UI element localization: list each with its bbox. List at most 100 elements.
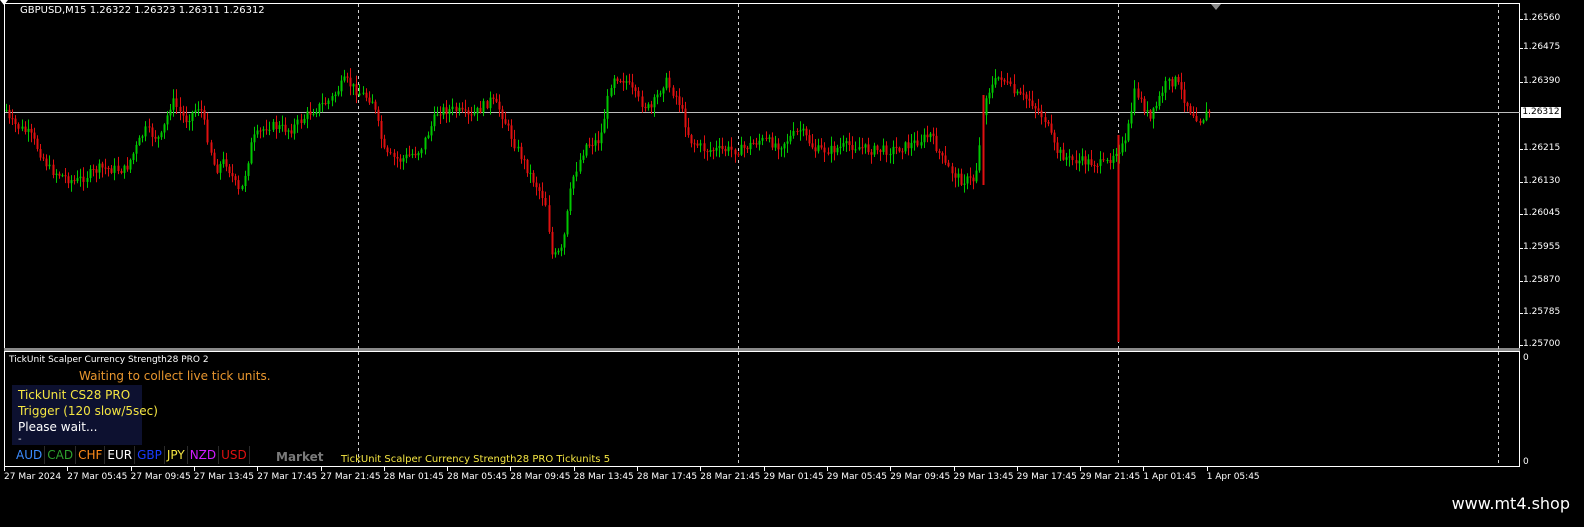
candle-body [600, 132, 603, 144]
currency-button-nzd[interactable]: NZD [188, 446, 220, 464]
candle-body [1155, 105, 1158, 109]
candle-body [823, 147, 826, 153]
candle-body [1087, 159, 1090, 165]
currency-button-gbp[interactable]: GBP [135, 446, 165, 464]
candle-body [554, 252, 557, 255]
candle-body [259, 130, 262, 132]
candle-body [293, 124, 296, 134]
market-button[interactable]: Market [276, 450, 324, 464]
candle-body [774, 143, 777, 148]
candle-body [1044, 117, 1047, 122]
candle-body [532, 172, 535, 183]
currency-button-eur[interactable]: EUR [105, 446, 136, 464]
time-axis-label: 27 Mar 2024 [4, 472, 62, 482]
candle-body [1180, 82, 1183, 90]
candle-body [675, 95, 678, 97]
candle-body [265, 129, 268, 131]
candle-body [262, 129, 265, 131]
candle-body [935, 135, 938, 151]
info-dash: - [18, 434, 22, 445]
candle-body [777, 143, 780, 150]
time-axis-label: 27 Mar 09:45 [130, 472, 191, 482]
candle-body [104, 167, 107, 169]
candle-body [517, 146, 520, 149]
candle-body [743, 144, 746, 148]
candle-body [988, 92, 991, 99]
candle-body [978, 145, 981, 171]
currency-button-chf[interactable]: CHF [76, 446, 106, 464]
candle-body [1068, 156, 1071, 158]
candle-body [352, 84, 355, 87]
candle-body [659, 93, 662, 95]
candle-body [572, 176, 575, 189]
candle-body [941, 152, 944, 156]
candle-body [944, 155, 947, 163]
candle-body [55, 173, 58, 175]
chart-window[interactable]: GBPUSD,M15 1.26322 1.26323 1.26311 1.263… [0, 0, 1584, 492]
candle-body [268, 129, 271, 131]
candle-body [405, 154, 408, 159]
candle-body [1168, 79, 1171, 81]
candle-body [393, 152, 396, 157]
candle-body [1000, 77, 1003, 80]
time-axis-label: 27 Mar 05:45 [67, 472, 128, 482]
candle-body [340, 80, 343, 92]
candle-body [458, 107, 461, 112]
candle-body [420, 149, 423, 154]
candle-body [569, 188, 572, 211]
candle-body [321, 103, 324, 105]
candle-body [219, 164, 222, 173]
candle-body [861, 147, 864, 149]
candle-body [597, 140, 600, 144]
price-chart-canvas[interactable] [0, 0, 1584, 492]
candlesticks [5, 68, 1211, 342]
candle-body [1022, 93, 1025, 95]
candle-body [48, 164, 51, 167]
indicator-scale-bottom: 0 [1523, 457, 1529, 467]
candle-body [1081, 156, 1084, 161]
candle-body [535, 182, 538, 188]
time-axis-label: 28 Mar 17:45 [637, 472, 698, 482]
candle-body [371, 101, 374, 103]
time-axis-label: 28 Mar 09:45 [510, 472, 571, 482]
candle-body [1115, 153, 1118, 156]
currency-button-usd[interactable]: USD [219, 446, 250, 464]
candle-body [662, 88, 665, 94]
candle-body [916, 140, 919, 146]
candle-body [802, 128, 805, 131]
candle-body [42, 157, 45, 159]
candle-body [175, 98, 178, 107]
candle-body [975, 170, 978, 182]
candle-body [470, 114, 473, 116]
candle-body [1003, 79, 1006, 82]
candle-body [761, 137, 764, 141]
candle-body [107, 168, 110, 169]
candle-body [1199, 121, 1202, 123]
candle-body [718, 146, 721, 148]
candle-body [281, 124, 284, 126]
currency-button-jpy[interactable]: JPY [165, 446, 188, 464]
candle-body [1099, 159, 1102, 166]
candle-body [1025, 94, 1028, 99]
candle-body [250, 142, 253, 164]
candle-body [166, 115, 169, 125]
candle-body [1140, 97, 1143, 99]
candle-body [606, 95, 609, 119]
candle-body [901, 151, 904, 153]
candle-body [237, 180, 240, 189]
candle-body [727, 146, 730, 152]
candle-body [144, 126, 147, 137]
price-axis-label: 1.25700 [1523, 339, 1561, 349]
candle-body [1065, 157, 1068, 160]
currency-button-cad[interactable]: CAD [45, 446, 77, 464]
candle-body [306, 111, 309, 119]
candle-body [82, 176, 85, 182]
currency-button-aud[interactable]: AUD [14, 446, 46, 464]
candle-body [513, 139, 516, 149]
candle-body [780, 148, 783, 150]
candle-body [210, 142, 213, 153]
chart-shift-marker [1211, 4, 1221, 10]
candle-body [783, 143, 786, 149]
candle-body [231, 173, 234, 177]
candle-body [746, 147, 749, 150]
